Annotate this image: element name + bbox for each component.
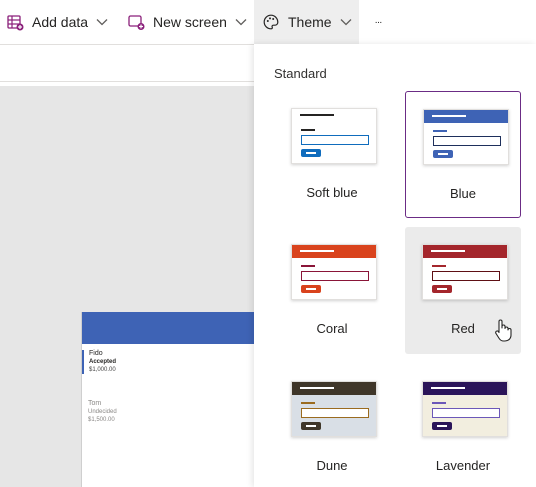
theme-button[interactable]: Theme xyxy=(254,0,359,44)
add-data-button[interactable]: Add data xyxy=(6,0,108,44)
record-name: Tom xyxy=(88,400,102,407)
table-icon xyxy=(6,13,24,31)
chevron-down-icon xyxy=(340,18,352,26)
screen-header xyxy=(82,312,254,344)
palette-icon xyxy=(262,13,280,31)
record-status: Accepted xyxy=(89,359,117,365)
theme-flyout: Standard Soft blue Blue Coral Red Dune Lavend… xyxy=(254,44,536,487)
theme-option-blue[interactable]: Blue xyxy=(405,91,521,218)
chevron-down-icon xyxy=(235,18,247,26)
record-amount: $1,000.00 xyxy=(89,367,116,373)
formula-bar[interactable] xyxy=(0,44,254,82)
theme-option-soft-blue[interactable]: Soft blue xyxy=(274,91,390,218)
theme-preview-thumbnail xyxy=(291,244,377,300)
theme-label: Theme xyxy=(288,14,332,30)
theme-option-label: Blue xyxy=(449,186,477,201)
new-screen-icon xyxy=(127,13,145,31)
section-label: Standard xyxy=(274,66,327,81)
theme-preview-thumbnail xyxy=(422,381,508,437)
theme-option-label: Soft blue xyxy=(306,185,358,200)
theme-preview-thumbnail xyxy=(423,109,509,165)
theme-option-lavender[interactable]: Lavender xyxy=(405,364,521,487)
theme-preview-thumbnail xyxy=(291,108,377,164)
chevron-down-icon xyxy=(96,18,108,26)
theme-preview-thumbnail xyxy=(422,244,508,300)
record-status: Undecided xyxy=(88,409,117,415)
app-screen-preview[interactable]: Fido Accepted $1,000.00 Tom Undecided $1… xyxy=(81,312,254,487)
list-item[interactable]: Tom Undecided $1,500.00 xyxy=(82,400,254,424)
hand-cursor-icon xyxy=(494,318,512,347)
more-options-button[interactable]: ··· xyxy=(370,0,386,44)
record-name: Fido xyxy=(89,350,103,357)
theme-option-label: Coral xyxy=(316,321,348,336)
record-amount: $1,500.00 xyxy=(88,417,115,423)
command-bar: Add data New screen Theme ··· xyxy=(0,0,536,44)
add-data-label: Add data xyxy=(32,14,89,30)
list-item[interactable]: Fido Accepted $1,000.00 xyxy=(82,350,254,374)
theme-option-label: Dune xyxy=(316,458,348,473)
more-icon: ··· xyxy=(374,16,383,28)
theme-preview-thumbnail xyxy=(291,381,377,437)
new-screen-button[interactable]: New screen xyxy=(127,0,247,44)
theme-option-label: Lavender xyxy=(435,458,491,473)
theme-option-coral[interactable]: Coral xyxy=(274,227,390,354)
new-screen-label: New screen xyxy=(153,14,227,30)
theme-option-dune[interactable]: Dune xyxy=(274,364,390,487)
